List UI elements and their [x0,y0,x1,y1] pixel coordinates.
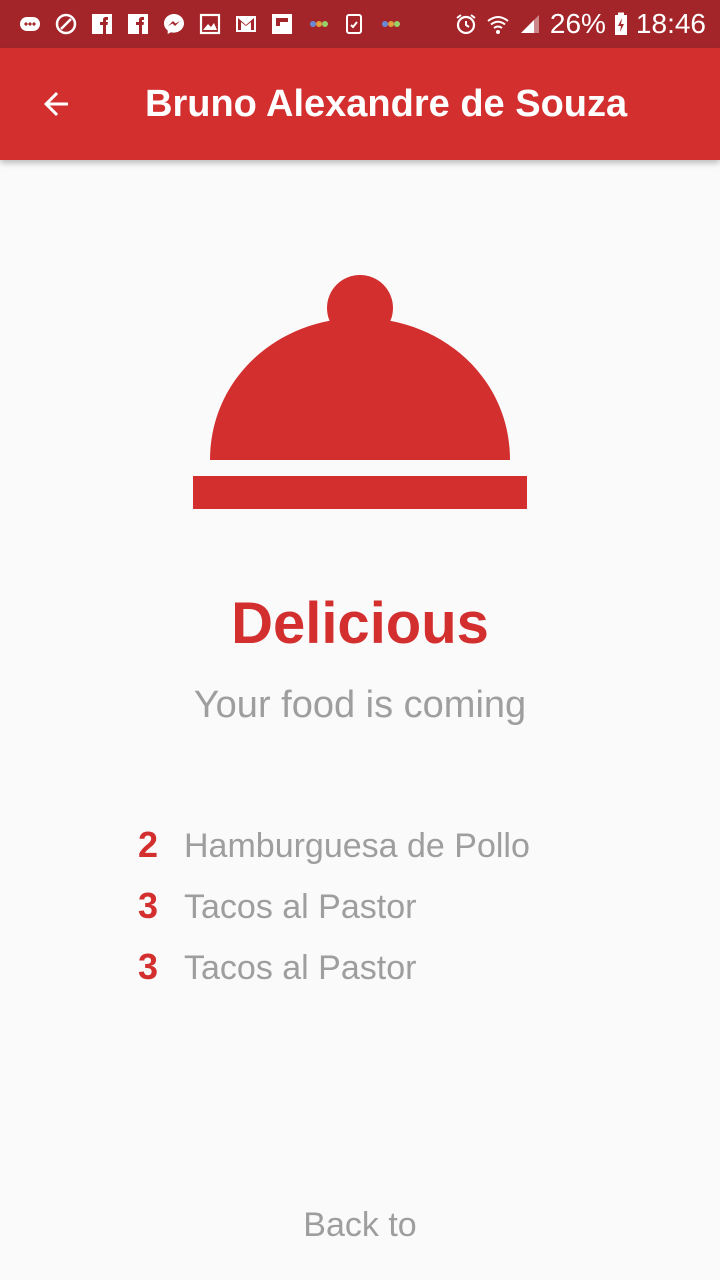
back-button[interactable] [0,48,112,160]
messenger-icon [162,12,186,36]
notification-icons [18,12,454,36]
page-title: Bruno Alexandre de Souza [145,82,628,125]
link-icon [54,12,78,36]
item-quantity: 3 [138,946,159,987]
list-item: 3 Tacos al Pastor [138,885,618,946]
app-icon [378,12,402,36]
facebook-icon [126,12,150,36]
headline: Delicious [231,591,489,656]
clock: 18:46 [635,8,706,39]
app-bar: Bruno Alexandre de Souza [0,48,720,160]
item-name: Tacos al Pastor [184,888,417,926]
gmail-icon [234,12,258,36]
status-bar: 26% 18:46 [0,0,720,48]
item-quantity: 2 [138,824,159,865]
gallery-icon [198,12,222,36]
facebook-icon [90,12,114,36]
arrow-back-icon [44,92,68,116]
messages-icon [18,12,42,36]
app-icon [306,12,330,36]
list-item: 3 Tacos al Pastor [138,946,618,1007]
clipboard-icon [342,12,366,36]
wifi-icon [486,12,510,36]
battery-charging-icon [614,12,628,36]
signal-icon [518,12,542,36]
item-name: Tacos al Pastor [184,949,417,987]
list-item: 2 Hamburguesa de Pollo [138,824,618,885]
battery-percent: 26% [549,8,606,39]
system-status: 26% 18:46 [454,8,706,40]
food-cloche-icon [193,275,527,509]
item-name: Hamburguesa de Pollo [184,827,530,865]
alarm-icon [454,12,478,36]
item-quantity: 3 [138,885,159,926]
subtitle: Your food is coming [193,684,527,726]
order-list: 2 Hamburguesa de Pollo 3 Tacos al Pastor… [138,824,618,1007]
back-to-button[interactable]: Back to [0,1206,720,1245]
flipboard-icon [270,12,294,36]
